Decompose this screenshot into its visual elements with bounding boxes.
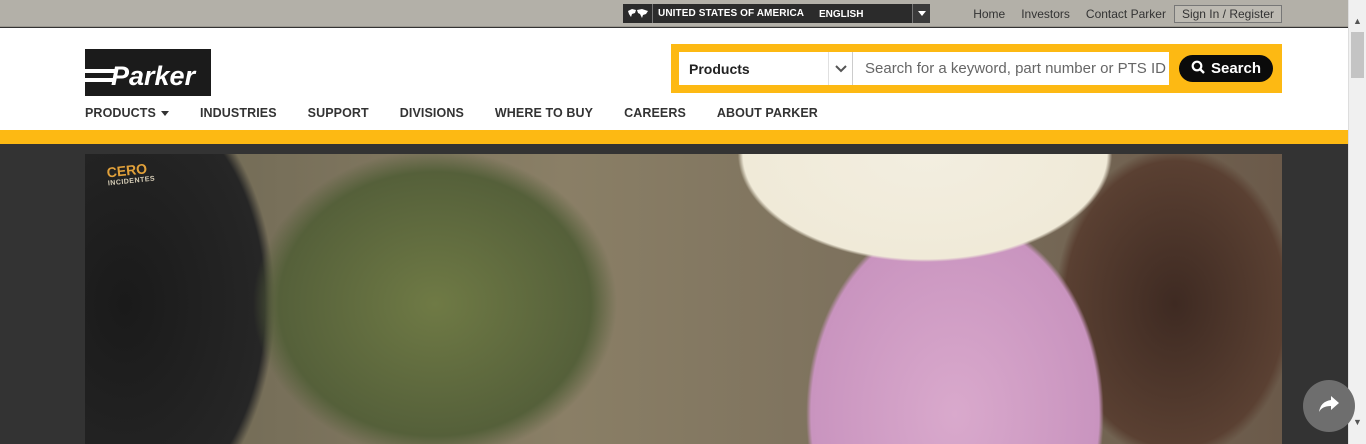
- globe-icon: [623, 4, 653, 23]
- nav-item-careers[interactable]: CAREERS: [624, 106, 686, 120]
- nav-item-industries[interactable]: INDUSTRIES: [200, 106, 277, 120]
- search-input[interactable]: [853, 52, 1169, 85]
- search-category-select[interactable]: Products: [679, 52, 853, 85]
- search-bar: Products Search: [671, 44, 1282, 93]
- language-select[interactable]: ENGLISH: [810, 4, 930, 23]
- share-icon: [1318, 395, 1340, 418]
- utility-bar: UNITED STATES OF AMERICA ENGLISH Home In…: [0, 0, 1348, 27]
- parker-logo[interactable]: Parker: [85, 49, 211, 96]
- chevron-down-icon[interactable]: [912, 4, 930, 23]
- nav-item-divisions[interactable]: DIVISIONS: [400, 106, 464, 120]
- language-name: ENGLISH: [819, 9, 864, 20]
- nav-label: INDUSTRIES: [199, 106, 277, 120]
- chevron-down-icon: [828, 52, 852, 85]
- caret-down-icon: [160, 110, 169, 116]
- utility-links: Home Investors Contact Parker Sign In / …: [957, 0, 1282, 27]
- scroll-up-arrow-icon[interactable]: ▲: [1349, 12, 1366, 29]
- page-scrollbar[interactable]: ▲ ▼: [1348, 0, 1366, 444]
- country-selector[interactable]: UNITED STATES OF AMERICA: [623, 4, 814, 23]
- share-button[interactable]: [1303, 380, 1355, 432]
- nav-label: CAREERS: [624, 106, 686, 120]
- search-icon: [1191, 60, 1205, 78]
- nav-label: ABOUT PARKER: [716, 106, 818, 120]
- nav-label: DIVISIONS: [399, 106, 464, 120]
- accent-stripe: [0, 130, 1348, 144]
- nav-label: SUPPORT: [307, 106, 369, 120]
- hero-image[interactable]: CERO INCIDENTES: [85, 154, 1282, 444]
- main-nav: PRODUCTS INDUSTRIES SUPPORT DIVISIONS WH…: [85, 106, 849, 120]
- search-category-value: Products: [689, 60, 750, 77]
- link-investors[interactable]: Investors: [1021, 7, 1070, 21]
- scrollbar-thumb[interactable]: [1351, 32, 1364, 78]
- shirt-patch: CERO INCIDENTES: [106, 160, 156, 187]
- nav-label: WHERE TO BUY: [494, 106, 594, 120]
- link-home[interactable]: Home: [973, 7, 1005, 21]
- site-header: Parker Products Search PRODUCTS INDUSTRI…: [0, 28, 1348, 130]
- nav-item-where-to-buy[interactable]: WHERE TO BUY: [495, 106, 593, 120]
- logo-text: Parker: [111, 61, 197, 91]
- nav-item-support[interactable]: SUPPORT: [308, 106, 369, 120]
- nav-item-products[interactable]: PRODUCTS: [85, 106, 169, 120]
- search-button-label: Search: [1210, 60, 1262, 77]
- country-name: UNITED STATES OF AMERICA: [658, 8, 805, 19]
- sign-in-register-button[interactable]: Sign In / Register: [1173, 4, 1282, 23]
- nav-item-about-parker[interactable]: ABOUT PARKER: [717, 106, 818, 120]
- nav-label: PRODUCTS: [85, 106, 156, 120]
- link-contact-parker[interactable]: Contact Parker: [1086, 7, 1166, 21]
- search-button[interactable]: Search: [1179, 55, 1273, 82]
